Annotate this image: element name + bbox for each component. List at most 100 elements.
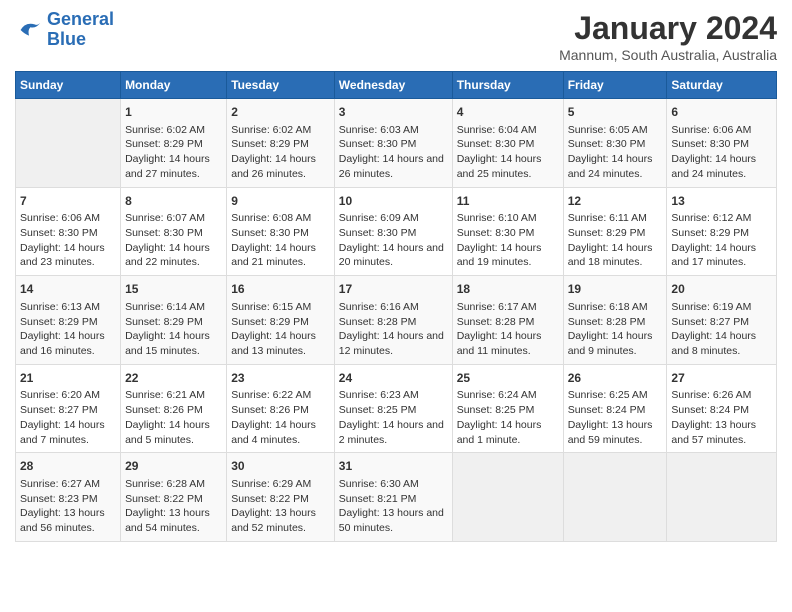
day-number: 3 bbox=[339, 104, 448, 121]
calendar-cell: 24Sunrise: 6:23 AMSunset: 8:25 PMDayligh… bbox=[334, 364, 452, 453]
cell-content: Sunrise: 6:06 AMSunset: 8:30 PMDaylight:… bbox=[671, 123, 772, 182]
day-number: 23 bbox=[231, 370, 330, 387]
header-cell-thursday: Thursday bbox=[452, 72, 563, 99]
cell-content: Sunrise: 6:02 AMSunset: 8:29 PMDaylight:… bbox=[231, 123, 330, 182]
week-row-5: 28 Sunrise: 6:27 AMSunset: 8:23 PMDayligh… bbox=[16, 453, 777, 542]
logo: General Blue bbox=[15, 10, 114, 50]
calendar-cell bbox=[16, 99, 121, 188]
calendar-cell: 18Sunrise: 6:17 AMSunset: 8:28 PMDayligh… bbox=[452, 276, 563, 365]
day-number: 8 bbox=[125, 193, 222, 210]
calendar-cell bbox=[563, 453, 667, 542]
cell-content: Sunrise: 6:04 AMSunset: 8:30 PMDaylight:… bbox=[457, 123, 559, 182]
cell-content: Sunrise: 6:22 AMSunset: 8:26 PMDaylight:… bbox=[231, 388, 330, 447]
cell-content: Sunrise: 6:05 AMSunset: 8:30 PMDaylight:… bbox=[568, 123, 663, 182]
cell-content: Sunrise: 6:28 AMSunset: 8:22 PMDaylight:… bbox=[125, 477, 222, 536]
cell-content: Sunrise: 6:29 AMSunset: 8:22 PMDaylight:… bbox=[231, 477, 330, 536]
day-number: 7 bbox=[20, 193, 116, 210]
calendar-cell: 12Sunrise: 6:11 AMSunset: 8:29 PMDayligh… bbox=[563, 187, 667, 276]
day-number: 27 bbox=[671, 370, 772, 387]
calendar-cell: 13Sunrise: 6:12 AMSunset: 8:29 PMDayligh… bbox=[667, 187, 777, 276]
calendar-cell: 20 Sunrise: 6:19 AMSunset: 8:27 PMDayligh… bbox=[667, 276, 777, 365]
calendar-cell: 26Sunrise: 6:25 AMSunset: 8:24 PMDayligh… bbox=[563, 364, 667, 453]
day-number: 25 bbox=[457, 370, 559, 387]
day-number: 15 bbox=[125, 281, 222, 298]
cell-content: Sunrise: 6:08 AMSunset: 8:30 PMDaylight:… bbox=[231, 211, 330, 270]
day-number: 22 bbox=[125, 370, 222, 387]
day-number: 9 bbox=[231, 193, 330, 210]
calendar-cell: 21Sunrise: 6:20 AMSunset: 8:27 PMDayligh… bbox=[16, 364, 121, 453]
calendar-cell: 27Sunrise: 6:26 AMSunset: 8:24 PMDayligh… bbox=[667, 364, 777, 453]
day-number: 21 bbox=[20, 370, 116, 387]
calendar-cell: 10Sunrise: 6:09 AMSunset: 8:30 PMDayligh… bbox=[334, 187, 452, 276]
cell-content: Sunrise: 6:15 AMSunset: 8:29 PMDaylight:… bbox=[231, 300, 330, 359]
logo-icon bbox=[15, 16, 43, 44]
cell-content: Sunrise: 6:09 AMSunset: 8:30 PMDaylight:… bbox=[339, 211, 448, 270]
week-row-3: 14 Sunrise: 6:13 AMSunset: 8:29 PMDayligh… bbox=[16, 276, 777, 365]
day-number: 24 bbox=[339, 370, 448, 387]
day-number: 13 bbox=[671, 193, 772, 210]
calendar-table: SundayMondayTuesdayWednesdayThursdayFrid… bbox=[15, 71, 777, 542]
day-number: 18 bbox=[457, 281, 559, 298]
calendar-cell: 19 Sunrise: 6:18 AMSunset: 8:28 PMDayligh… bbox=[563, 276, 667, 365]
cell-content: Sunrise: 6:27 AMSunset: 8:23 PMDaylight:… bbox=[20, 477, 116, 536]
header-row: SundayMondayTuesdayWednesdayThursdayFrid… bbox=[16, 72, 777, 99]
day-number: 16 bbox=[231, 281, 330, 298]
calendar-cell: 23Sunrise: 6:22 AMSunset: 8:26 PMDayligh… bbox=[227, 364, 335, 453]
calendar-cell: 11Sunrise: 6:10 AMSunset: 8:30 PMDayligh… bbox=[452, 187, 563, 276]
calendar-cell: 17Sunrise: 6:16 AMSunset: 8:28 PMDayligh… bbox=[334, 276, 452, 365]
calendar-cell: 6 Sunrise: 6:06 AMSunset: 8:30 PMDaylight… bbox=[667, 99, 777, 188]
header-cell-friday: Friday bbox=[563, 72, 667, 99]
day-number: 28 bbox=[20, 458, 116, 475]
day-number: 20 bbox=[671, 281, 772, 298]
calendar-cell: 15 Sunrise: 6:14 AMSunset: 8:29 PMDayligh… bbox=[121, 276, 227, 365]
calendar-cell: 14 Sunrise: 6:13 AMSunset: 8:29 PMDayligh… bbox=[16, 276, 121, 365]
day-number: 14 bbox=[20, 281, 116, 298]
cell-content: Sunrise: 6:26 AMSunset: 8:24 PMDaylight:… bbox=[671, 388, 772, 447]
calendar-cell: 25Sunrise: 6:24 AMSunset: 8:25 PMDayligh… bbox=[452, 364, 563, 453]
header-cell-sunday: Sunday bbox=[16, 72, 121, 99]
day-number: 30 bbox=[231, 458, 330, 475]
calendar-cell: 29Sunrise: 6:28 AMSunset: 8:22 PMDayligh… bbox=[121, 453, 227, 542]
day-number: 6 bbox=[671, 104, 772, 121]
cell-content: Sunrise: 6:13 AMSunset: 8:29 PMDaylight:… bbox=[20, 300, 116, 359]
cell-content: Sunrise: 6:20 AMSunset: 8:27 PMDaylight:… bbox=[20, 388, 116, 447]
header-cell-wednesday: Wednesday bbox=[334, 72, 452, 99]
cell-content: Sunrise: 6:30 AMSunset: 8:21 PMDaylight:… bbox=[339, 477, 448, 536]
cell-content: Sunrise: 6:18 AMSunset: 8:28 PMDaylight:… bbox=[568, 300, 663, 359]
day-number: 26 bbox=[568, 370, 663, 387]
calendar-cell: 2 Sunrise: 6:02 AMSunset: 8:29 PMDaylight… bbox=[227, 99, 335, 188]
header-cell-tuesday: Tuesday bbox=[227, 72, 335, 99]
cell-content: Sunrise: 6:21 AMSunset: 8:26 PMDaylight:… bbox=[125, 388, 222, 447]
day-number: 11 bbox=[457, 193, 559, 210]
calendar-title: January 2024 bbox=[559, 10, 777, 47]
logo-text: General Blue bbox=[47, 10, 114, 50]
calendar-cell bbox=[667, 453, 777, 542]
day-number: 2 bbox=[231, 104, 330, 121]
calendar-cell: 3 Sunrise: 6:03 AMSunset: 8:30 PMDaylight… bbox=[334, 99, 452, 188]
cell-content: Sunrise: 6:25 AMSunset: 8:24 PMDaylight:… bbox=[568, 388, 663, 447]
week-row-1: 1 Sunrise: 6:02 AMSunset: 8:29 PMDaylight… bbox=[16, 99, 777, 188]
cell-content: Sunrise: 6:07 AMSunset: 8:30 PMDaylight:… bbox=[125, 211, 222, 270]
calendar-cell: 22Sunrise: 6:21 AMSunset: 8:26 PMDayligh… bbox=[121, 364, 227, 453]
cell-content: Sunrise: 6:24 AMSunset: 8:25 PMDaylight:… bbox=[457, 388, 559, 447]
cell-content: Sunrise: 6:10 AMSunset: 8:30 PMDaylight:… bbox=[457, 211, 559, 270]
calendar-cell: 31 Sunrise: 6:30 AMSunset: 8:21 PMDayligh… bbox=[334, 453, 452, 542]
cell-content: Sunrise: 6:11 AMSunset: 8:29 PMDaylight:… bbox=[568, 211, 663, 270]
week-row-4: 21Sunrise: 6:20 AMSunset: 8:27 PMDayligh… bbox=[16, 364, 777, 453]
day-number: 31 bbox=[339, 458, 448, 475]
cell-content: Sunrise: 6:03 AMSunset: 8:30 PMDaylight:… bbox=[339, 123, 448, 182]
calendar-cell: 8Sunrise: 6:07 AMSunset: 8:30 PMDaylight… bbox=[121, 187, 227, 276]
calendar-cell bbox=[452, 453, 563, 542]
calendar-cell: 5Sunrise: 6:05 AMSunset: 8:30 PMDaylight… bbox=[563, 99, 667, 188]
cell-content: Sunrise: 6:02 AMSunset: 8:29 PMDaylight:… bbox=[125, 123, 222, 182]
calendar-cell: 1 Sunrise: 6:02 AMSunset: 8:29 PMDaylight… bbox=[121, 99, 227, 188]
calendar-cell: 16 Sunrise: 6:15 AMSunset: 8:29 PMDayligh… bbox=[227, 276, 335, 365]
day-number: 4 bbox=[457, 104, 559, 121]
calendar-subtitle: Mannum, South Australia, Australia bbox=[559, 47, 777, 63]
day-number: 17 bbox=[339, 281, 448, 298]
page-header: General Blue January 2024 Mannum, South … bbox=[15, 10, 777, 63]
day-number: 1 bbox=[125, 104, 222, 121]
day-number: 19 bbox=[568, 281, 663, 298]
cell-content: Sunrise: 6:19 AMSunset: 8:27 PMDaylight:… bbox=[671, 300, 772, 359]
cell-content: Sunrise: 6:14 AMSunset: 8:29 PMDaylight:… bbox=[125, 300, 222, 359]
